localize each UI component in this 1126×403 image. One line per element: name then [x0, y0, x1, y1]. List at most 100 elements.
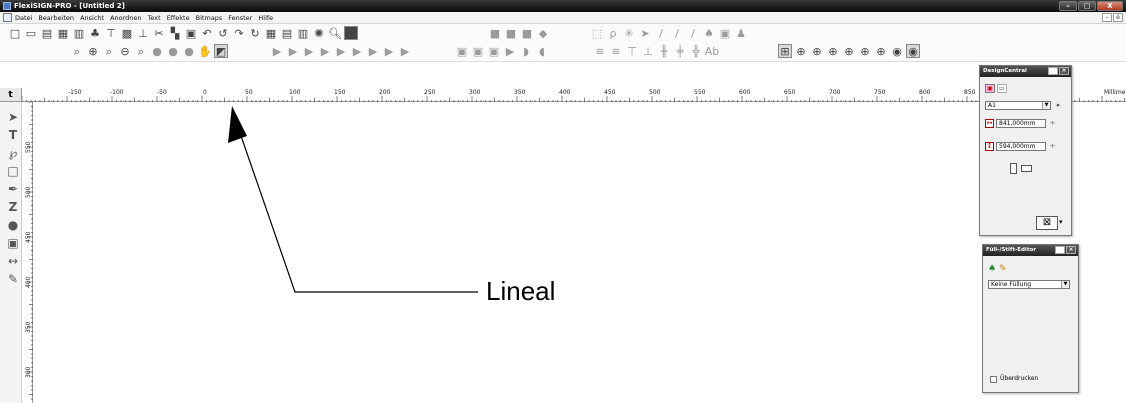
- marker-icon[interactable]: /: [686, 26, 700, 40]
- grid-view-icon[interactable]: ▦: [264, 26, 278, 40]
- zoom-previous-icon[interactable]: ●: [150, 44, 164, 58]
- landscape-icon[interactable]: [1021, 165, 1032, 172]
- menu-datei[interactable]: Datei: [15, 12, 32, 23]
- find-icon[interactable]: 🔍︎: [328, 26, 342, 40]
- effect-6-icon[interactable]: ▶: [350, 44, 364, 58]
- minimize-button[interactable]: –: [1059, 1, 1077, 11]
- pan-hand-icon[interactable]: ✋: [198, 44, 212, 58]
- brush-icon[interactable]: /: [670, 26, 684, 40]
- doc-restore-button[interactable]: ė: [1113, 13, 1123, 22]
- effect-9-icon[interactable]: ▶: [398, 44, 412, 58]
- diamond-icon[interactable]: ◆: [536, 26, 550, 40]
- zoom-fit-icon[interactable]: ●: [182, 44, 196, 58]
- pen-icon[interactable]: /: [654, 26, 668, 40]
- width-spinner-icon[interactable]: ÷: [1048, 119, 1057, 128]
- menu-ansicht[interactable]: Ansicht: [80, 12, 104, 23]
- paste-icon[interactable]: ▣: [184, 26, 198, 40]
- weld-icon[interactable]: ▣: [455, 44, 469, 58]
- fill-shape-icon[interactable]: ◖: [535, 44, 549, 58]
- copy-icon[interactable]: ▚: [168, 26, 182, 40]
- page-view-icon[interactable]: ▥: [296, 26, 310, 40]
- envelope-icon[interactable]: ⊠: [1036, 216, 1058, 230]
- rect-shadow-icon[interactable]: ■: [520, 26, 534, 40]
- next-page-icon[interactable]: ▸: [1054, 101, 1063, 110]
- layout-tab-icon[interactable]: ▭: [997, 84, 1007, 93]
- node-3-icon[interactable]: ⊕: [826, 44, 840, 58]
- eyedropper-icon[interactable]: ✎: [6, 272, 20, 286]
- production-icon[interactable]: ▩: [120, 26, 134, 40]
- distribute-h-icon[interactable]: ╫: [657, 44, 671, 58]
- text-tool-icon[interactable]: T: [6, 128, 20, 142]
- undo-icon[interactable]: ↶: [200, 26, 214, 40]
- node-2-icon[interactable]: ⊕: [810, 44, 824, 58]
- bucket-icon[interactable]: ♠: [702, 26, 716, 40]
- page-size-select[interactable]: A1 ▼: [985, 101, 1051, 110]
- doc-minimize-button[interactable]: –: [1102, 13, 1112, 22]
- cut-icon[interactable]: ✂: [152, 26, 166, 40]
- zoom-all-icon[interactable]: ●: [166, 44, 180, 58]
- select-arrow-icon[interactable]: ➤: [6, 110, 20, 124]
- center-icon[interactable]: ╬: [689, 44, 703, 58]
- panel-close-button[interactable]: ×: [1059, 67, 1069, 75]
- menu-hilfe[interactable]: Hilfe: [258, 12, 273, 23]
- zoom-selection-icon[interactable]: ⌕: [134, 44, 148, 58]
- drawing-canvas[interactable]: [33, 102, 1126, 403]
- output-icon[interactable]: ♣: [88, 26, 102, 40]
- eye-toggle-icon[interactable]: ◉: [906, 44, 920, 58]
- rectangle-tool-icon[interactable]: □: [6, 164, 20, 178]
- menu-text[interactable]: Text: [148, 12, 161, 23]
- zoom-out-icon[interactable]: ⊖: [118, 44, 132, 58]
- pointer-icon[interactable]: ➤: [638, 26, 652, 40]
- zoom-page-icon[interactable]: ⌕: [102, 44, 116, 58]
- effect-3-icon[interactable]: ▶: [302, 44, 316, 58]
- zoom-tool-icon[interactable]: Z: [6, 200, 20, 214]
- node-view-icon[interactable]: ⊞: [778, 44, 792, 58]
- save-as-icon[interactable]: ▦: [56, 26, 70, 40]
- undo-list-icon[interactable]: ↺: [216, 26, 230, 40]
- effect-7-icon[interactable]: ▶: [366, 44, 380, 58]
- panel-minimize-button[interactable]: [1055, 246, 1065, 254]
- align-right-icon[interactable]: ≡: [609, 44, 623, 58]
- redo-list-icon[interactable]: ↻: [248, 26, 262, 40]
- effect-5-icon[interactable]: ▶: [334, 44, 348, 58]
- combine-icon[interactable]: ▶: [503, 44, 517, 58]
- menu-fenster[interactable]: Fenster: [228, 12, 252, 23]
- user-icon[interactable]: ♟: [734, 26, 748, 40]
- fill-tool-icon[interactable]: ●: [6, 218, 20, 232]
- maximize-button[interactable]: □: [1078, 1, 1096, 11]
- height-spinner-icon[interactable]: ÷: [1048, 142, 1057, 151]
- page-tab-icon[interactable]: ▣: [985, 84, 995, 93]
- effect-1-icon[interactable]: ▶: [270, 44, 284, 58]
- intersect-icon[interactable]: ▣: [487, 44, 501, 58]
- width-field[interactable]: 841,000mm: [996, 119, 1046, 128]
- align-left-icon[interactable]: ≡: [593, 44, 607, 58]
- open-file-icon[interactable]: ▭: [24, 26, 38, 40]
- menu-effekte[interactable]: Effekte: [167, 12, 190, 23]
- zoom-in-icon[interactable]: ⊕: [86, 44, 100, 58]
- close-button[interactable]: X: [1097, 1, 1123, 11]
- distribute-v-icon[interactable]: ╪: [673, 44, 687, 58]
- stroke-pen-icon[interactable]: ✎: [999, 264, 1007, 274]
- fill-bucket-icon[interactable]: ♠: [988, 264, 996, 274]
- cut-output-icon[interactable]: ⊤: [104, 26, 118, 40]
- portrait-icon[interactable]: [1010, 163, 1017, 174]
- document-icon[interactable]: [3, 13, 12, 22]
- overprint-checkbox[interactable]: [990, 376, 997, 383]
- node-5-icon[interactable]: ⊕: [858, 44, 872, 58]
- dimension-tool-icon[interactable]: ↔: [6, 254, 20, 268]
- print-icon[interactable]: ▥: [72, 26, 86, 40]
- save-icon[interactable]: ▤: [40, 26, 54, 40]
- lasso-icon[interactable]: ρ: [606, 26, 620, 40]
- align-top-icon[interactable]: ⊤: [625, 44, 639, 58]
- color-palette-icon[interactable]: ✺: [312, 26, 326, 40]
- magic-icon[interactable]: ✳: [622, 26, 636, 40]
- node-1-icon[interactable]: ⊕: [794, 44, 808, 58]
- new-document-icon[interactable]: □: [8, 26, 22, 40]
- menu-anordnen[interactable]: Anordnen: [110, 12, 141, 23]
- ruler-origin-corner[interactable]: t: [0, 88, 22, 102]
- fill-type-select[interactable]: Keine Füllung ▼: [988, 280, 1070, 289]
- weed-icon[interactable]: ⊥: [136, 26, 150, 40]
- trim-icon[interactable]: ▣: [471, 44, 485, 58]
- bitmap-tool-icon[interactable]: ▣: [6, 236, 20, 250]
- redo-icon[interactable]: ↷: [232, 26, 246, 40]
